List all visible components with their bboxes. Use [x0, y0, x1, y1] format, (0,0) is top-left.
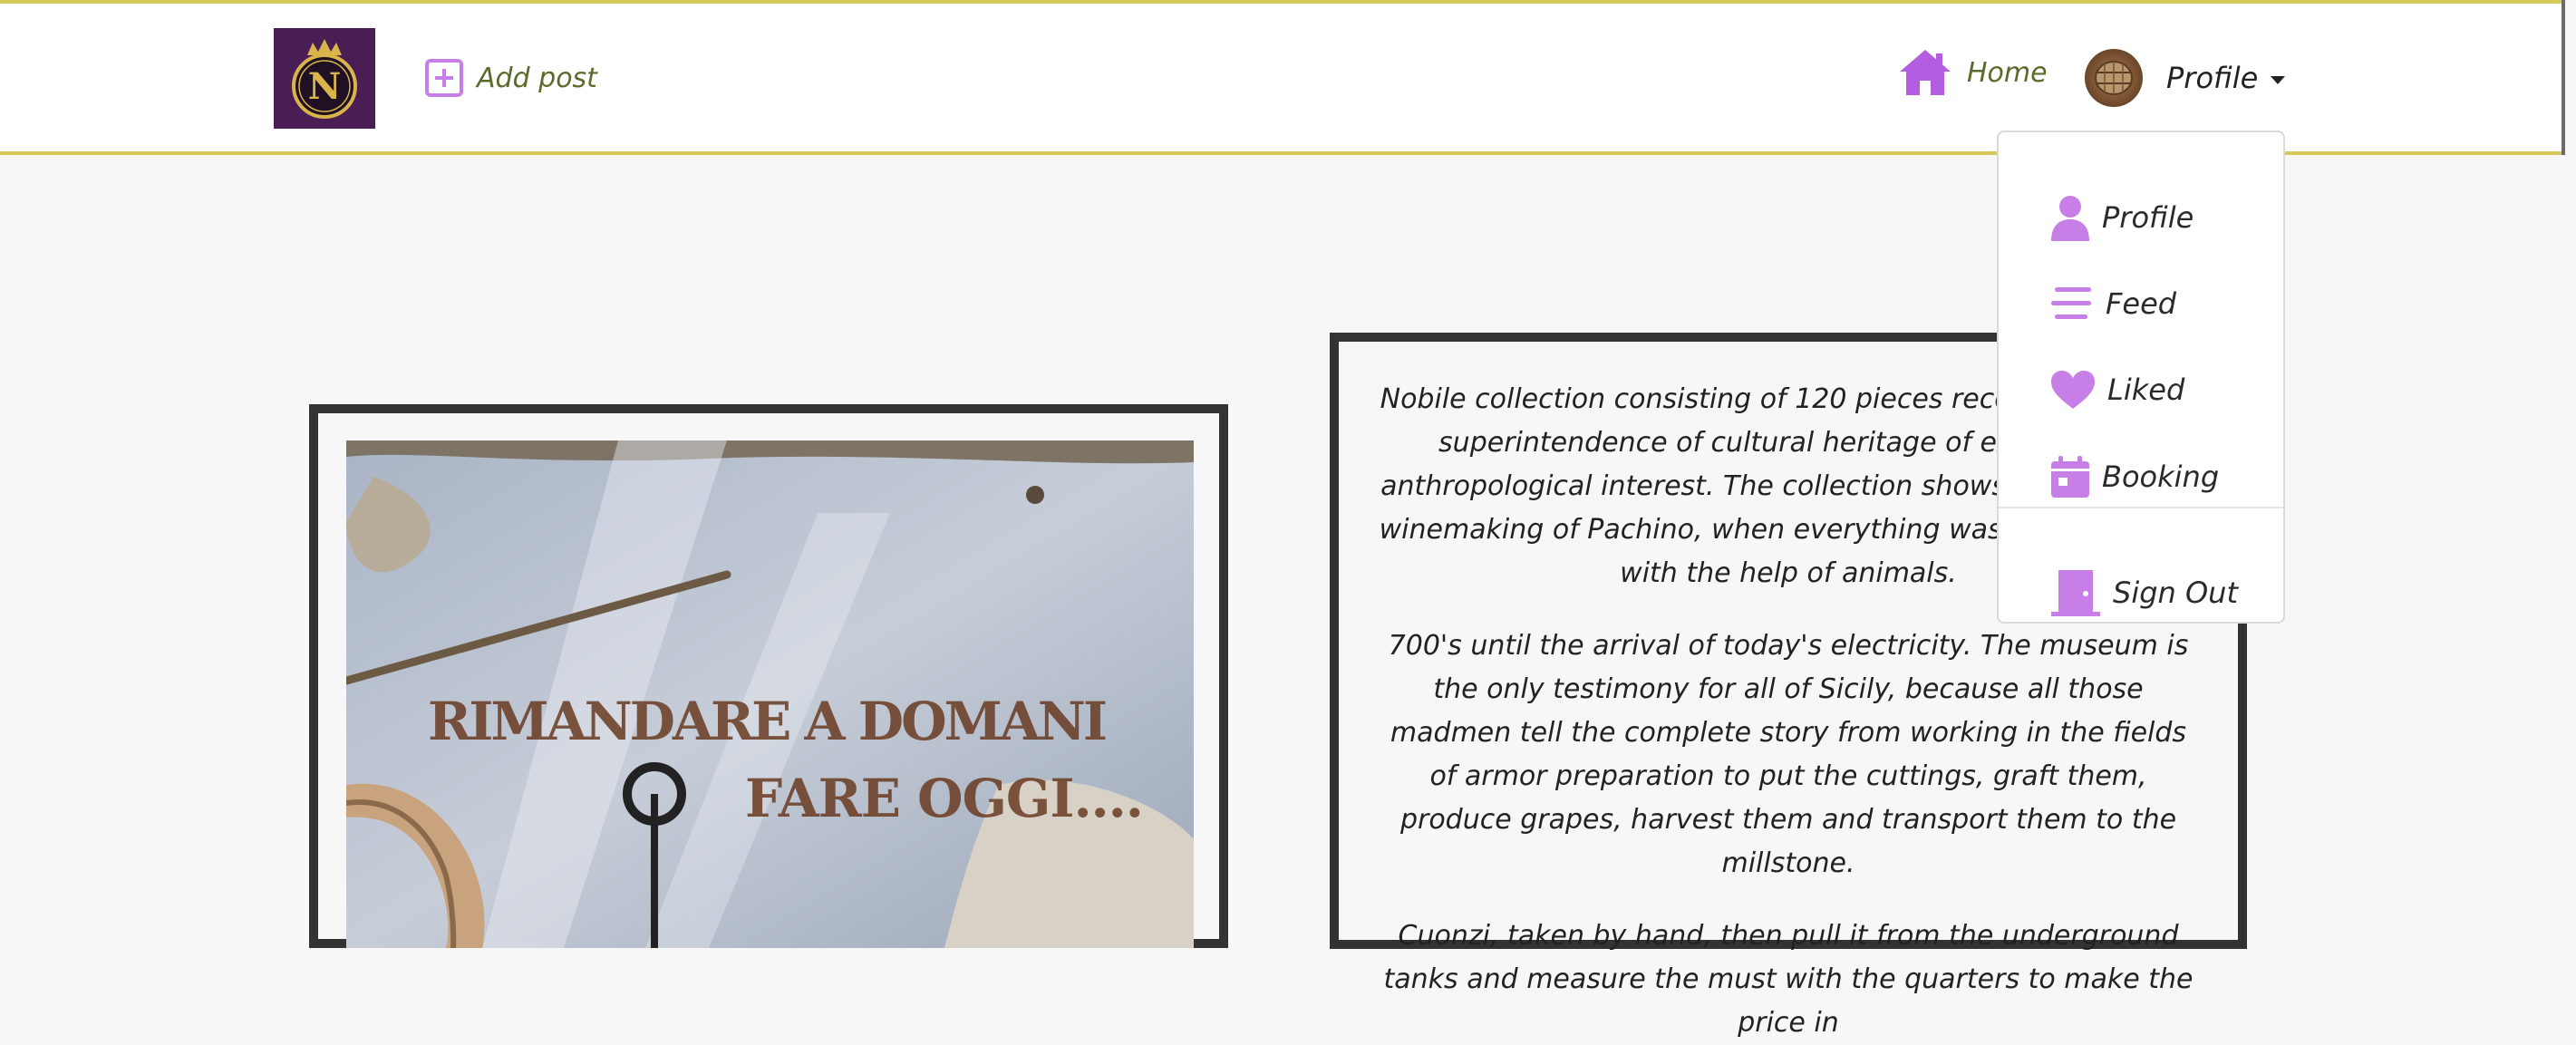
- heart-icon: [2051, 371, 2095, 409]
- description-paragraph: 700's until the arrival of today's elect…: [1388, 630, 2189, 879]
- dropdown-item-feed[interactable]: Feed: [2049, 275, 2176, 333]
- dropdown-item-booking[interactable]: Booking: [2049, 448, 2219, 506]
- svg-text:FARE OGGI....: FARE OGGI....: [745, 768, 1144, 829]
- home-link[interactable]: Home: [1898, 47, 2048, 98]
- profile-dropdown-toggle[interactable]: Profile: [2085, 49, 2286, 107]
- door-icon: [2051, 570, 2100, 616]
- add-post-label: Add post: [477, 62, 597, 94]
- dropdown-item-label: Feed: [2106, 286, 2177, 321]
- svg-text:N: N: [308, 65, 342, 108]
- dropdown-item-label: Liked: [2107, 373, 2185, 407]
- home-icon: [1900, 50, 1951, 95]
- profile-dropdown-menu: Profile Feed Liked Booking Sign Out: [1997, 131, 2285, 624]
- add-square-icon: [425, 59, 463, 97]
- navbar-edge: [2561, 0, 2565, 155]
- profile-label: Profile: [2166, 61, 2259, 95]
- dropdown-item-label: Sign Out: [2113, 576, 2238, 610]
- wall-photo-image: RIMANDARE A DOMANI FARE OGGI....: [346, 440, 1194, 948]
- barrel-icon: [2095, 61, 2133, 95]
- description-paragraph: Cuonzi, taken by hand, then pull it from…: [1383, 920, 2193, 1039]
- dropdown-item-liked[interactable]: Liked: [2049, 361, 2184, 419]
- logo-crest-icon: N: [292, 38, 357, 119]
- caret-down-icon: [2271, 75, 2286, 84]
- add-post-link[interactable]: Add post: [424, 56, 597, 100]
- dropdown-item-label: Booking: [2102, 460, 2220, 494]
- feed-icon: [2051, 287, 2091, 319]
- post-image-card: RIMANDARE A DOMANI FARE OGGI....: [309, 404, 1228, 948]
- dropdown-item-sign-out[interactable]: Sign Out: [2049, 564, 2238, 622]
- dropdown-divider: [1999, 507, 2283, 508]
- home-label: Home: [1967, 56, 2048, 89]
- svg-text:RIMANDARE A DOMANI: RIMANDARE A DOMANI: [428, 691, 1108, 752]
- avatar: [2085, 49, 2143, 107]
- dropdown-item-profile[interactable]: Profile: [2049, 189, 2193, 247]
- user-icon: [2051, 196, 2089, 241]
- site-logo[interactable]: N: [274, 28, 375, 129]
- post-photo[interactable]: RIMANDARE A DOMANI FARE OGGI....: [346, 440, 1194, 948]
- dropdown-item-label: Profile: [2102, 200, 2194, 235]
- calendar-icon: [2051, 456, 2089, 498]
